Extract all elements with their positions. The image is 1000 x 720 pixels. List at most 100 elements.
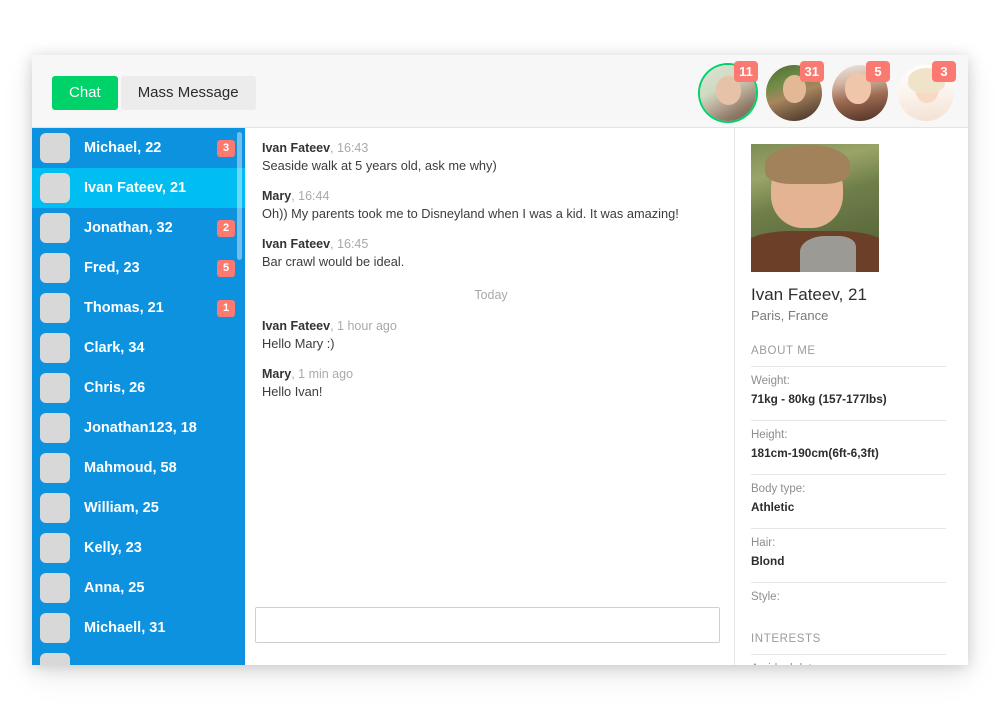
header-avatar-2[interactable]: 31 xyxy=(766,61,824,121)
conversation-avatar xyxy=(40,613,70,643)
message-author: Ivan Fateev xyxy=(262,319,331,333)
profile-panel: Ivan Fateev, 21 Paris, France ABOUT ME W… xyxy=(735,128,968,665)
conversation-name: Clark, 34 xyxy=(84,340,145,356)
header-avatar-3[interactable]: 5 xyxy=(832,61,890,121)
message-separator: , xyxy=(330,141,338,155)
conversation-avatar xyxy=(40,253,70,283)
message-author: Ivan Fateev xyxy=(262,237,331,251)
conversation-unread-badge: 3 xyxy=(217,139,235,157)
conversation-list: Michael, 22 3 Ivan Fateev, 21 Jonathan, 32 2… xyxy=(32,128,245,665)
conversation-avatar xyxy=(40,373,70,403)
conversation-name: Jonathan123, 18 xyxy=(84,420,197,436)
message-input[interactable] xyxy=(255,607,720,643)
message-timestamp: 16:43 xyxy=(337,141,369,155)
message-list: Ivan Fateev, 16:43 Seaside walk at 5 year… xyxy=(245,140,734,585)
message-timestamp: 1 min ago xyxy=(298,367,354,381)
conversation-avatar xyxy=(40,133,70,163)
app-header: Chat Mass Message 11 31 5 3 xyxy=(32,55,968,128)
conversation-item[interactable]: Michael, 22 3 xyxy=(32,128,245,168)
profile-field: Style: xyxy=(751,582,946,611)
photo-hair-shape xyxy=(765,145,850,184)
message-text: Seaside walk at 5 years old, ask me why) xyxy=(262,158,497,173)
message-header: Mary, 1 min ago xyxy=(262,366,720,382)
message-header: Ivan Fateev, 16:43 xyxy=(262,140,720,156)
conversation-item[interactable]: Chris, 26 xyxy=(32,368,245,408)
message-header: Ivan Fateev, 1 hour ago xyxy=(262,318,720,334)
profile-field: An ideal date:Seaside walk xyxy=(751,654,946,665)
conversation-name: Michael, 22 xyxy=(84,140,162,156)
conversation-name: Fred, 23 xyxy=(84,260,140,276)
conversation-name: Thomas, 21 xyxy=(84,300,164,316)
header-avatar-4[interactable]: 3 xyxy=(898,61,956,121)
tab-mass-message[interactable]: Mass Message xyxy=(120,76,256,110)
message-text: Bar crawl would be ideal. xyxy=(262,254,405,269)
header-avatar-1[interactable]: 11 xyxy=(700,61,758,121)
profile-field-label: Height: xyxy=(751,429,788,441)
conversation-name: Jonathan, 32 xyxy=(84,220,173,236)
about-me-field-list: Weight: 71kg - 80kg (157-177lbs) Height: 18… xyxy=(751,366,946,611)
about-me-section-title: ABOUT ME xyxy=(751,345,816,357)
tab-chat[interactable]: Chat xyxy=(52,76,118,110)
message-author: Mary xyxy=(262,367,292,381)
profile-field-label: Style: xyxy=(751,591,780,603)
conversation-item[interactable]: William, 25 xyxy=(32,488,245,528)
avatar-unread-badge: 31 xyxy=(799,61,824,82)
conversation-sidebar[interactable]: Michael, 22 3 Ivan Fateev, 21 Jonathan, 32 2… xyxy=(32,128,245,665)
conversation-item[interactable]: Jonathan, 32 2 xyxy=(32,208,245,248)
header-tab-group: Chat Mass Message xyxy=(52,76,256,110)
message-header: Ivan Fateev, 16:45 xyxy=(262,236,720,252)
conversation-item[interactable]: Anna, 25 xyxy=(32,568,245,608)
conversation-avatar xyxy=(40,413,70,443)
message-header: Mary, 16:44 xyxy=(262,188,720,204)
conversation-avatar xyxy=(40,533,70,563)
app-body: Michael, 22 3 Ivan Fateev, 21 Jonathan, 32 2… xyxy=(32,128,968,665)
conversation-avatar xyxy=(40,653,70,665)
profile-field: Weight: 71kg - 80kg (157-177lbs) xyxy=(751,366,946,413)
conversation-avatar xyxy=(40,573,70,603)
chat-message: Ivan Fateev, 16:45 Bar crawl would be ide… xyxy=(262,236,720,270)
profile-photo[interactable] xyxy=(751,144,879,272)
header-avatar-group: 11 31 5 3 xyxy=(700,61,956,121)
message-author: Ivan Fateev xyxy=(262,141,331,155)
profile-field: Hair: Blond xyxy=(751,528,946,575)
profile-field-label: Hair: xyxy=(751,537,776,549)
conversation-item[interactable] xyxy=(32,648,245,665)
conversation-item[interactable]: Kelly, 23 xyxy=(32,528,245,568)
chat-panel: Ivan Fateev, 16:43 Seaside walk at 5 year… xyxy=(245,128,735,665)
conversation-item[interactable]: Fred, 23 5 xyxy=(32,248,245,288)
day-divider: Today xyxy=(474,288,508,302)
chat-message: Ivan Fateev, 1 hour ago Hello Mary :) xyxy=(262,318,720,352)
conversation-item[interactable]: Clark, 34 xyxy=(32,328,245,368)
chat-message: Ivan Fateev, 16:43 Seaside walk at 5 year… xyxy=(262,140,720,174)
profile-name: Ivan Fateev, 21 xyxy=(751,285,867,304)
profile-field-value: 181cm-190cm(6ft-6,3ft) xyxy=(751,446,879,460)
avatar-unread-badge: 11 xyxy=(734,61,758,82)
message-timestamp: 16:45 xyxy=(337,237,369,251)
conversation-name: Anna, 25 xyxy=(84,580,145,596)
conversation-item[interactable]: Mahmoud, 58 xyxy=(32,448,245,488)
message-text: Oh)) My parents took me to Disneyland wh… xyxy=(262,206,679,221)
interests-section-title: INTERESTS xyxy=(751,633,821,645)
chat-message: Mary, 1 min ago Hello Ivan! xyxy=(262,366,720,400)
message-separator: , xyxy=(330,237,338,251)
chat-application-window: Chat Mass Message 11 31 5 3 Michael, 22 3 Ivan… xyxy=(32,55,968,665)
message-text: Hello Mary :) xyxy=(262,336,335,351)
conversation-item[interactable]: Thomas, 21 1 xyxy=(32,288,245,328)
interests-field-list: An ideal date:Seaside walkThe best birth… xyxy=(751,654,946,665)
sidebar-scrollbar[interactable] xyxy=(237,132,242,260)
avatar-unread-badge: 3 xyxy=(932,61,956,82)
message-text: Hello Ivan! xyxy=(262,384,323,399)
conversation-item[interactable]: Ivan Fateev, 21 xyxy=(32,168,245,208)
profile-field: Body type: Athletic xyxy=(751,474,946,521)
conversation-item[interactable]: Jonathan123, 18 xyxy=(32,408,245,448)
conversation-avatar xyxy=(40,293,70,323)
message-timestamp: 1 hour ago xyxy=(337,319,397,333)
conversation-avatar xyxy=(40,333,70,363)
profile-location: Paris, France xyxy=(751,308,829,323)
avatar-unread-badge: 5 xyxy=(866,61,890,82)
message-timestamp: 16:44 xyxy=(298,189,330,203)
profile-field-label: An ideal date: xyxy=(751,662,946,665)
profile-field-label: Body type: xyxy=(751,483,806,495)
profile-field: Height: 181cm-190cm(6ft-6,3ft) xyxy=(751,420,946,467)
conversation-item[interactable]: Michaell, 31 xyxy=(32,608,245,648)
